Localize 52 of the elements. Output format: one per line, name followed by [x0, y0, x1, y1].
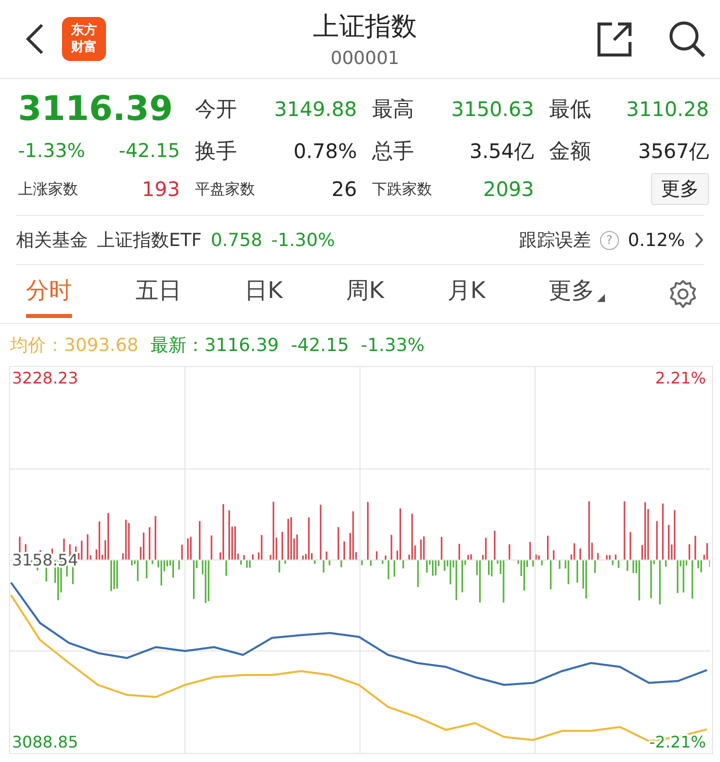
stat-value: 3150.63	[451, 97, 534, 121]
chart-tab[interactable]: 日K	[244, 270, 283, 318]
average-value: 3093.68	[64, 334, 138, 356]
axis-label: 3088.85	[12, 732, 78, 752]
breadth-value: 193	[142, 177, 180, 201]
stat-value: 3567亿	[638, 138, 709, 164]
dropdown-triangle-icon	[596, 294, 605, 302]
latest-label: 最新：	[150, 334, 204, 357]
breadth-value: 2093	[483, 177, 534, 201]
tracking-label: 跟踪误差	[518, 229, 591, 252]
back-icon[interactable]	[24, 22, 46, 56]
stat-label: 总手	[372, 138, 414, 165]
stat-label: 今开	[195, 96, 237, 123]
more-button[interactable]: 更多	[651, 173, 709, 205]
stat-value: 3110.28	[626, 97, 709, 121]
stat-label: 金额	[549, 138, 591, 165]
chart-tab[interactable]: 月K	[447, 270, 486, 318]
fund-label: 相关基金	[16, 229, 88, 252]
axis-label: 3228.23	[12, 368, 78, 388]
chevron-right-icon[interactable]	[694, 231, 704, 249]
percent-label: -2.21%	[649, 732, 706, 752]
last-price: 3116.39	[18, 88, 173, 131]
stat-label: 换手	[195, 138, 237, 165]
fund-change: -1.30%	[271, 230, 335, 250]
share-icon[interactable]	[596, 20, 634, 58]
latest-change: -42.15	[290, 334, 349, 356]
stat-value: 3.54亿	[469, 138, 534, 164]
breadth-label: 平盘家数	[195, 180, 255, 198]
breadth-label: 上涨家数	[18, 180, 78, 198]
chart-tab[interactable]: 周K	[346, 270, 384, 318]
change-value: -42.15	[118, 140, 180, 162]
stat-label: 最高	[372, 96, 414, 123]
axis-label: 3158.54	[12, 550, 78, 570]
change-percent: -1.33%	[18, 140, 86, 162]
average-label: 均价：	[10, 334, 64, 357]
fund-price: 0.758	[210, 230, 262, 250]
stat-label: 最低	[549, 96, 591, 123]
chart-tab[interactable]: 五日	[135, 270, 182, 318]
tracking-value: 0.12%	[628, 230, 685, 250]
fund-name[interactable]: 上证指数ETF	[97, 228, 202, 252]
stat-value: 0.78%	[293, 139, 357, 163]
latest-percent: -1.33%	[360, 334, 425, 356]
latest-value: 3116.39	[204, 334, 279, 356]
stat-value: 3149.88	[274, 97, 357, 121]
page-title: 上证指数	[313, 11, 417, 44]
breadth-label: 下跌家数	[372, 180, 432, 198]
breadth-value: 26	[332, 177, 357, 201]
stock-code: 000001	[330, 48, 400, 69]
percent-label: 2.21%	[655, 368, 706, 388]
chart-tab[interactable]: 更多	[548, 270, 605, 318]
settings-icon[interactable]	[668, 279, 698, 309]
search-icon[interactable]	[668, 20, 706, 58]
